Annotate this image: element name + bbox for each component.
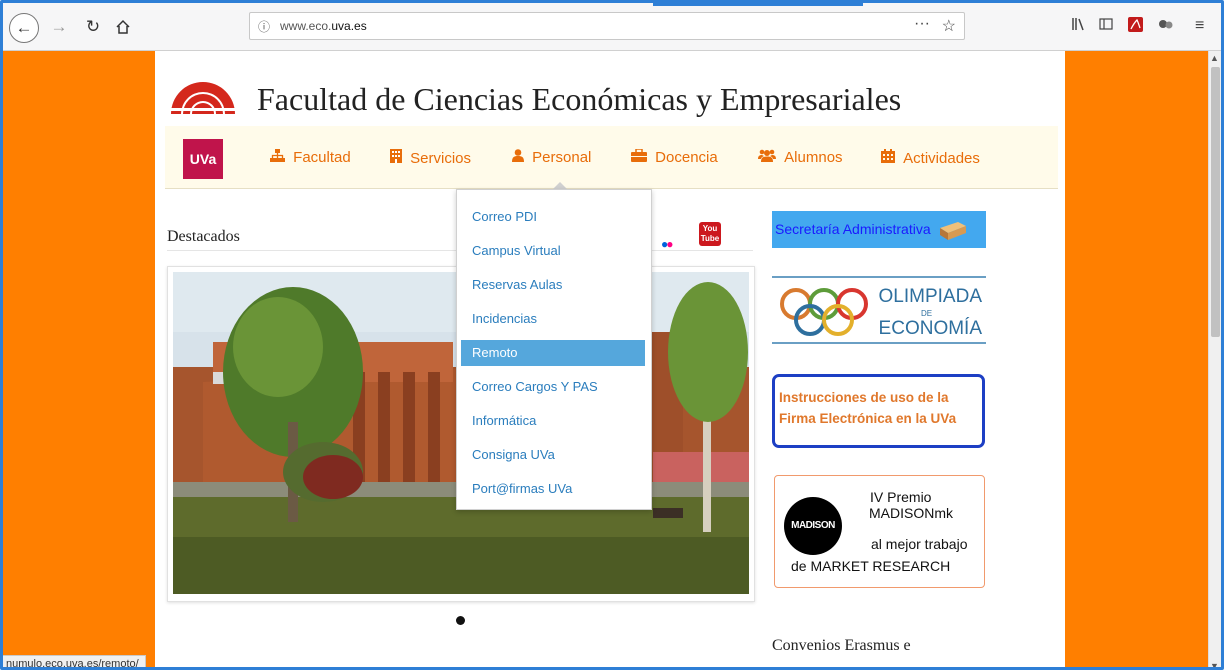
- dropdown-item-informatica[interactable]: Informática: [461, 408, 645, 434]
- url-text: www.eco.uva.es: [280, 19, 367, 33]
- building-icon: [390, 149, 406, 167]
- back-button[interactable]: ←: [9, 13, 39, 43]
- dropdown-item-correo-pdi[interactable]: Correo PDI: [461, 204, 645, 230]
- faculty-logo[interactable]: [167, 68, 239, 116]
- user-icon: [512, 149, 528, 166]
- menu-item-personal[interactable]: Personal: [512, 149, 591, 166]
- slider-dot[interactable]: [456, 616, 465, 625]
- menu-item-alumnos[interactable]: Alumnos: [758, 149, 843, 166]
- dropdown-item-incidencias[interactable]: Incidencias: [461, 306, 645, 332]
- madison-award-banner[interactable]: MADISON IV Premio MADISONmk al mejor tra…: [774, 475, 985, 588]
- dropdown-item-correo-cargos[interactable]: Correo Cargos Y PAS: [461, 374, 645, 400]
- page-content: Facultad de Ciencias Económicas y Empres…: [155, 51, 1065, 667]
- pdf-extension-icon[interactable]: [1128, 17, 1143, 35]
- convenios-heading[interactable]: Convenios Erasmus e Internacionales: [772, 631, 911, 667]
- secretaria-banner[interactable]: Secretaría Administrativa: [772, 211, 986, 248]
- page-actions-icon[interactable]: ···: [914, 15, 930, 33]
- hamburger-menu-icon[interactable]: ≡: [1195, 17, 1204, 35]
- url-bar[interactable]: ⓘ www.eco.uva.es ··· ☆: [249, 12, 965, 40]
- firma-line-2: Firma Electrónica en la UVa: [779, 411, 957, 426]
- olimpiada-de: DE: [921, 309, 933, 318]
- reload-icon: ↻: [85, 17, 101, 36]
- firma-electronica-banner[interactable]: Instrucciones de uso de la Firma Electró…: [772, 374, 985, 448]
- archive-box-icon: [939, 222, 966, 241]
- youtube-icon[interactable]: You Tube: [699, 222, 721, 246]
- menu-item-facultad[interactable]: Facultad: [270, 149, 351, 166]
- madison-line-4: de MARKET RESEARCH: [791, 558, 951, 574]
- home-icon: [116, 19, 130, 34]
- main-navigation: UVa Facultad Servicios Personal Docencia…: [165, 126, 1058, 189]
- extension-icon[interactable]: [1158, 17, 1174, 34]
- vertical-scrollbar[interactable]: ▲ ▼: [1208, 51, 1221, 667]
- dropdown-item-consigna[interactable]: Consigna UVa: [461, 442, 645, 468]
- menu-label: Personal: [532, 149, 592, 166]
- briefcase-icon: [631, 148, 651, 166]
- flickr-icon[interactable]: ●●: [661, 237, 674, 251]
- browser-toolbar: ← → ↻ ⓘ www.eco.uva.es ··· ☆ ≡: [3, 3, 1221, 51]
- home-button[interactable]: [111, 15, 135, 39]
- sidebar-icon[interactable]: [1099, 17, 1113, 34]
- dropdown-caret: [553, 182, 567, 189]
- menu-label: Servicios: [410, 150, 472, 167]
- menu-item-docencia[interactable]: Docencia: [631, 148, 718, 166]
- menu-label: Facultad: [293, 149, 351, 166]
- olympic-rings-icon: [780, 288, 868, 336]
- menu-item-actividades[interactable]: Actividades: [881, 149, 980, 167]
- madison-line-3: al mejor trabajo: [871, 536, 968, 552]
- menu-label: Actividades: [903, 150, 980, 167]
- secretaria-label: Secretaría Administrativa: [775, 221, 931, 237]
- olimpiada-banner[interactable]: OLIMPIADA DE ECONOMÍA: [772, 276, 986, 344]
- section-title: Destacados: [167, 228, 240, 245]
- forward-button[interactable]: →: [47, 15, 71, 39]
- status-bar-url: numulo.eco.uva.es/remoto/: [3, 655, 146, 667]
- personal-dropdown-menu: Correo PDI Campus Virtual Reservas Aulas…: [456, 189, 652, 510]
- sitemap-icon: [270, 149, 289, 166]
- madison-line-1: IV Premio: [870, 489, 932, 505]
- madison-line-2: MADISONmk: [869, 505, 953, 521]
- dropdown-item-reservas-aulas[interactable]: Reservas Aulas: [461, 272, 645, 298]
- browser-window: ← → ↻ ⓘ www.eco.uva.es ··· ☆ ≡ Facultad …: [0, 0, 1224, 670]
- menu-item-servicios[interactable]: Servicios: [390, 149, 471, 167]
- scroll-thumb[interactable]: [1211, 67, 1220, 337]
- menu-label: Alumnos: [784, 149, 843, 166]
- users-icon: [758, 149, 780, 166]
- madison-logo: MADISON: [784, 497, 842, 555]
- page-viewport: Facultad de Ciencias Económicas y Empres…: [3, 51, 1208, 667]
- library-icon[interactable]: [1071, 17, 1085, 34]
- dropdown-item-campus-virtual[interactable]: Campus Virtual: [461, 238, 645, 264]
- scroll-up-icon[interactable]: ▲: [1210, 53, 1219, 63]
- olimpiada-subtitle: ECONOMÍA: [878, 318, 982, 339]
- info-icon[interactable]: ⓘ: [258, 18, 270, 35]
- arrow-left-icon: ←: [15, 18, 33, 37]
- firma-line-1: Instrucciones de uso de la: [779, 390, 949, 405]
- site-title[interactable]: Facultad de Ciencias Económicas y Empres…: [257, 81, 901, 118]
- tab-accent: [653, 3, 863, 6]
- dropdown-item-portafirmas[interactable]: Port@firmas UVa: [461, 476, 645, 502]
- menu-label: Docencia: [655, 149, 718, 166]
- reload-button[interactable]: ↻: [81, 15, 105, 39]
- uva-badge[interactable]: UVa: [183, 139, 223, 179]
- dropdown-item-remoto[interactable]: Remoto: [461, 340, 645, 366]
- calendar-icon: [881, 149, 899, 167]
- scroll-down-icon[interactable]: ▼: [1210, 661, 1219, 667]
- olimpiada-title: OLIMPIADA: [878, 286, 982, 307]
- arrow-right-icon: →: [50, 17, 68, 36]
- bookmark-star-icon[interactable]: ☆: [942, 16, 956, 36]
